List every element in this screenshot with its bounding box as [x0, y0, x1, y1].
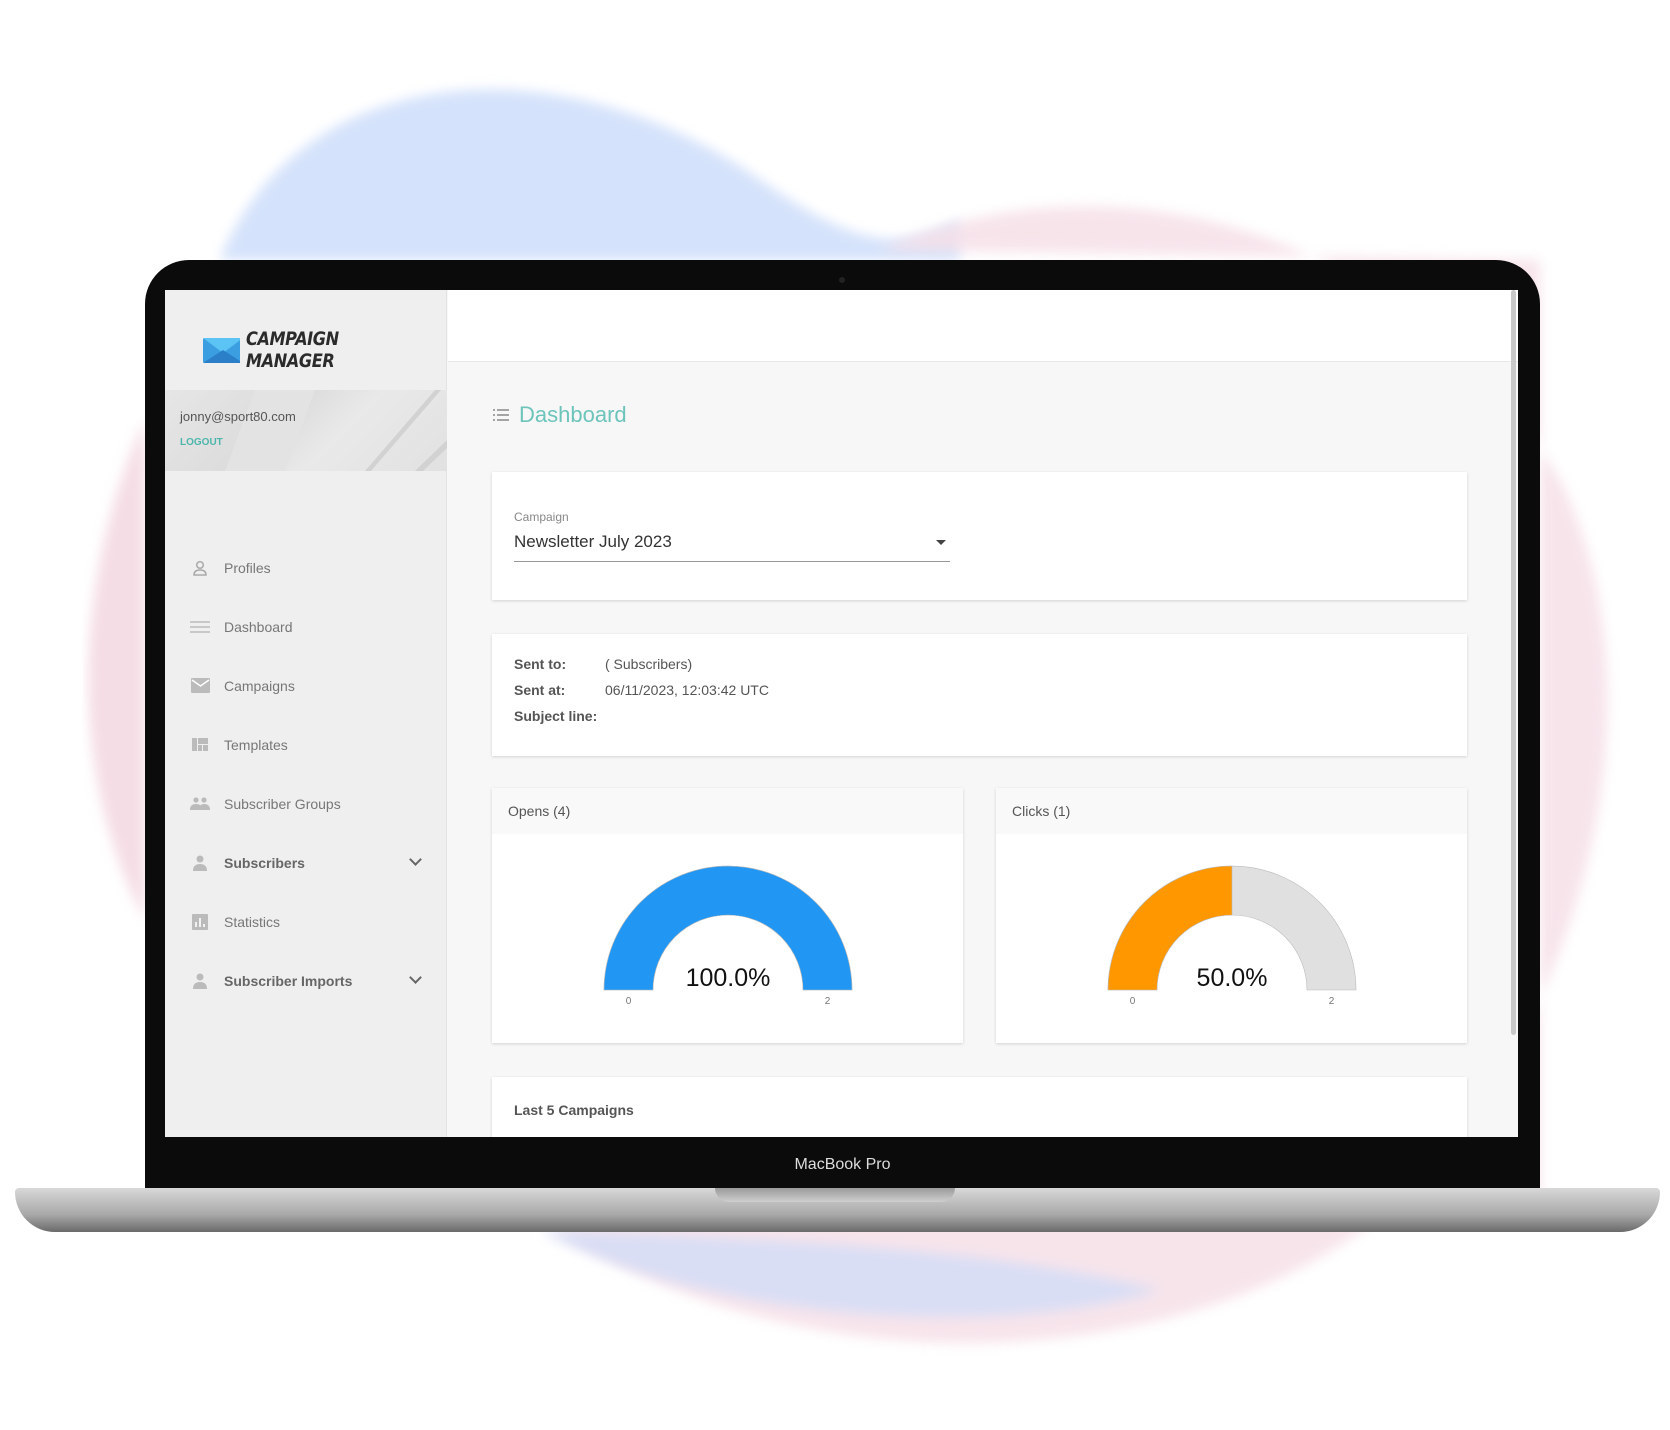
sidebar-item-statistics[interactable]: Statistics	[165, 892, 447, 951]
app-name: CAMPAIGN MANAGER	[245, 328, 339, 372]
chevron-down-icon[interactable]	[409, 853, 422, 866]
subject-row: Subject line:	[514, 708, 1445, 734]
envelope-logo-icon	[203, 337, 240, 363]
clicks-title: Clicks (1)	[996, 788, 1467, 834]
person-icon	[190, 855, 210, 871]
campaign-select[interactable]: Newsletter July 2023	[514, 532, 950, 562]
top-bar	[448, 290, 1518, 362]
menu-lines-icon	[190, 619, 210, 635]
sidebar: CAMPAIGN MANAGER jonny@sport80.com LOGOU…	[165, 290, 447, 1137]
people-icon	[190, 796, 210, 812]
sidebar-item-subscribers[interactable]: Subscribers	[165, 833, 447, 892]
gauge-percent-label: 50.0%	[1197, 964, 1268, 992]
opens-gauge: 100.0% 0 2	[603, 865, 853, 1007]
sent-at-label: Sent at:	[514, 682, 566, 698]
sidebar-item-subscriber-groups[interactable]: Subscriber Groups	[165, 774, 447, 833]
person-icon	[190, 973, 210, 989]
sidebar-item-profiles[interactable]: Profiles	[165, 538, 447, 597]
last-campaigns-card: Last 5 Campaigns	[492, 1077, 1467, 1137]
logo[interactable]: CAMPAIGN MANAGER	[203, 328, 446, 372]
sidebar-item-label: Campaigns	[224, 677, 295, 694]
sidebar-item-label: Templates	[224, 736, 288, 753]
sidebar-item-label: Dashboard	[224, 618, 293, 635]
user-email: jonny@sport80.com	[180, 409, 296, 424]
campaign-details-card: Sent to: ( Subscribers) Sent at: 06/11/202…	[492, 634, 1467, 756]
campaign-label: Campaign	[514, 510, 569, 524]
sidebar-item-subscriber-imports[interactable]: Subscriber Imports	[165, 951, 447, 1010]
envelope-icon	[190, 678, 210, 694]
bar-chart-icon	[190, 913, 210, 930]
app-screen: CAMPAIGN MANAGER jonny@sport80.com LOGOU…	[165, 290, 1518, 1137]
gauge-max-label: 2	[825, 996, 831, 1007]
clicks-gauge-card: Clicks (1) 50.0% 0 2	[996, 788, 1467, 1043]
clicks-gauge: 50.0% 0 2	[1107, 865, 1357, 1007]
gauge-min-label: 0	[626, 996, 632, 1007]
laptop-notch	[715, 1188, 955, 1202]
device-label: MacBook Pro	[794, 1156, 891, 1173]
campaign-card: Campaign Newsletter July 2023	[492, 472, 1467, 600]
sidebar-item-label: Subscribers	[224, 854, 305, 871]
campaign-select-value: Newsletter July 2023	[514, 532, 672, 551]
page-title: Dashboard	[493, 402, 627, 428]
sidebar-nav: Profiles Dashboard Campaigns Templates S…	[165, 538, 447, 1010]
page-title-text: Dashboard	[519, 402, 627, 427]
gauge-percent-label: 100.0%	[686, 964, 771, 992]
user-panel: jonny@sport80.com LOGOUT	[165, 390, 447, 471]
sent-at-value: 06/11/2023, 12:03:42 UTC	[605, 682, 769, 698]
person-outline-icon	[190, 560, 210, 576]
chevron-down-icon[interactable]	[409, 971, 422, 984]
template-grid-icon	[190, 737, 210, 753]
opens-gauge-card: Opens (4) 100.0% 0 2	[492, 788, 963, 1043]
sidebar-item-templates[interactable]: Templates	[165, 715, 447, 774]
sent-to-value: ( Subscribers)	[605, 656, 693, 672]
sent-at-row: Sent at: 06/11/2023, 12:03:42 UTC	[514, 682, 1445, 708]
scrollbar[interactable]	[1511, 290, 1516, 1035]
sidebar-item-label: Statistics	[224, 913, 281, 930]
logout-link[interactable]: LOGOUT	[180, 437, 223, 448]
dropdown-caret-icon	[936, 540, 946, 545]
opens-title: Opens (4)	[492, 788, 963, 834]
user-panel-pattern	[225, 390, 447, 471]
sidebar-item-label: Subscriber Imports	[224, 972, 353, 989]
gauge-min-label: 0	[1130, 996, 1136, 1007]
sent-to-label: Sent to:	[514, 656, 567, 672]
gauge-max-label: 2	[1329, 996, 1335, 1007]
sent-to-row: Sent to: ( Subscribers)	[514, 656, 1445, 682]
camera	[839, 277, 845, 283]
subject-label: Subject line:	[514, 708, 598, 724]
list-icon	[493, 409, 509, 421]
last-campaigns-title: Last 5 Campaigns	[514, 1102, 634, 1118]
sidebar-item-dashboard[interactable]: Dashboard	[165, 597, 447, 656]
sidebar-item-label: Profiles	[224, 559, 271, 576]
sidebar-item-campaigns[interactable]: Campaigns	[165, 656, 447, 715]
sidebar-item-label: Subscriber Groups	[224, 795, 341, 812]
